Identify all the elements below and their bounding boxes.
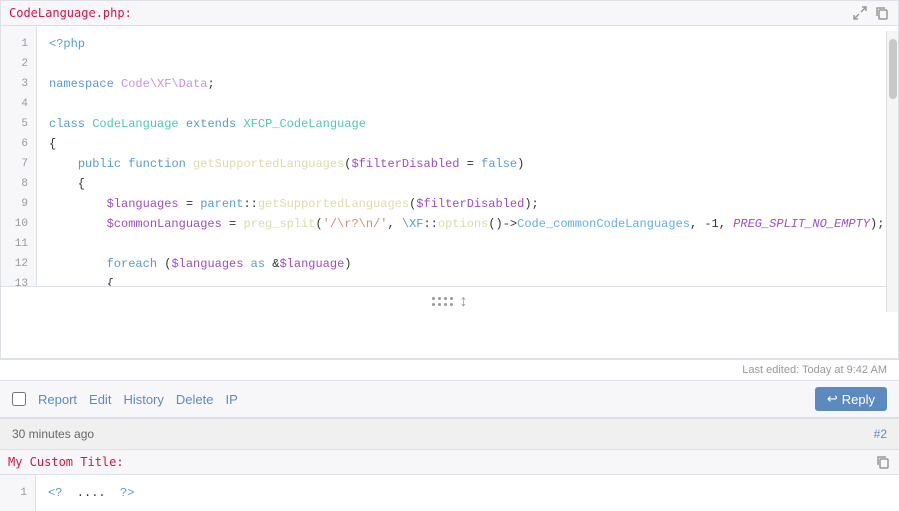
first-code-block: CodeLanguage.php: [0, 0, 899, 359]
reply-button[interactable]: ↩ Reply [815, 387, 887, 411]
reply-icon: ↩ [827, 391, 838, 407]
post-checkbox-wrapper [12, 392, 26, 406]
last-edited-text: Last edited: Today at 9:42 AM [742, 364, 887, 376]
second-post: My Custom Title: 1 <? .... ?> [0, 449, 899, 511]
code-resize-handle[interactable]: ↕ [1, 286, 898, 317]
line-numbers: 1 2 3 4 5 6 7 8 9 10 11 12 13 14 [1, 26, 37, 286]
second-post-title: My Custom Title: [8, 455, 124, 469]
post-timestamp-bar: 30 minutes ago #2 [0, 418, 899, 449]
second-code-body: 1 <? .... ?> [0, 475, 899, 511]
second-line-numbers: 1 [0, 475, 36, 511]
post-checkbox[interactable] [12, 392, 26, 406]
copy-icon[interactable] [874, 5, 890, 21]
post-timestamp: 30 minutes ago [12, 427, 94, 441]
second-post-header: My Custom Title: [0, 450, 899, 475]
scrollbar[interactable] [886, 31, 898, 312]
delete-link[interactable]: Delete [176, 392, 214, 407]
reply-label: Reply [842, 392, 875, 407]
drag-dots [432, 297, 454, 307]
scrollbar-thumb[interactable] [889, 39, 897, 99]
drag-handle: ↕ [432, 293, 468, 311]
code-filename: CodeLanguage.php: [9, 6, 132, 20]
history-link[interactable]: History [123, 392, 163, 407]
code-content: <?php namespace Code\XF\Data; class Code… [37, 26, 886, 286]
second-code-content: <? .... ?> [36, 475, 146, 511]
code-body: 1 2 3 4 5 6 7 8 9 10 11 12 13 14 <?php n… [1, 26, 898, 286]
drag-arrow-icon: ↕ [460, 293, 468, 311]
second-copy-icon[interactable] [875, 454, 891, 470]
post-number: #2 [874, 427, 887, 441]
action-bar: Report Edit History Delete IP ↩ Reply [0, 380, 899, 418]
code-header: CodeLanguage.php: [1, 1, 898, 26]
expand-icon[interactable] [852, 5, 868, 21]
ip-link[interactable]: IP [225, 392, 237, 407]
code-header-icons [852, 5, 890, 21]
edit-link[interactable]: Edit [89, 392, 111, 407]
report-link[interactable]: Report [38, 392, 77, 407]
post-meta-bar: Last edited: Today at 9:42 AM [0, 359, 899, 380]
main-container: CodeLanguage.php: [0, 0, 899, 511]
